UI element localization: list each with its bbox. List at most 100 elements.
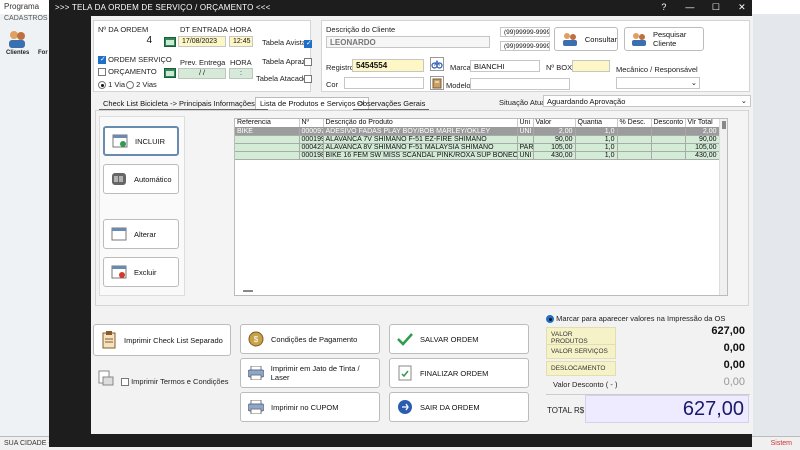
- close-button[interactable]: ✕: [736, 2, 748, 13]
- consult-button[interactable]: Consultar: [554, 27, 618, 51]
- print-inkjet-label: Imprimir em Jato de Tinta / Laser: [270, 364, 360, 382]
- suppliers-label: For: [38, 50, 48, 56]
- phone1-field[interactable]: (99)99999-9999: [500, 27, 550, 37]
- calendar-icon-2[interactable]: [164, 67, 176, 78]
- table-cell: [617, 135, 652, 144]
- via2-radio[interactable]: [126, 81, 134, 90]
- col-descricao[interactable]: Descrição do Produto: [323, 119, 518, 128]
- search-client-button[interactable]: Pesquisar Cliente: [624, 27, 704, 51]
- print-checklist-label: Imprimir Check List Separado: [124, 335, 223, 345]
- excluir-button[interactable]: Excluir: [103, 257, 179, 287]
- table-cell: [235, 151, 300, 160]
- table-cell: 2,00: [685, 127, 720, 136]
- maximize-button[interactable]: ☐: [710, 2, 722, 13]
- situacao-select[interactable]: Aguardando Aprovação ⌄: [543, 95, 751, 107]
- automatico-label: Automático: [134, 174, 172, 184]
- clients-icon[interactable]: [6, 28, 28, 50]
- via2-option[interactable]: 2 Vias: [126, 80, 157, 90]
- minimize-button[interactable]: —: [684, 2, 696, 13]
- forecast-time-field[interactable]: :: [229, 68, 253, 79]
- payment-conditions-button[interactable]: $ Condições de Pagamento: [240, 324, 380, 354]
- scrollbar-thumb[interactable]: [722, 121, 726, 129]
- service-order-checkbox[interactable]: [98, 55, 106, 65]
- mark-values-radio[interactable]: [546, 315, 554, 324]
- service-order-option[interactable]: ORDEM SERVIÇO: [98, 55, 172, 65]
- nbox-field[interactable]: [572, 60, 610, 72]
- forecast-date-field[interactable]: / /: [178, 68, 226, 79]
- window-body: Nº DA ORDEM 4 DT ENTRADA 17/08/2023 HORA…: [91, 16, 753, 434]
- table-header-row: Referencia Nº Descrição do Produto Uni V…: [235, 119, 720, 128]
- via1-radio[interactable]: [98, 81, 106, 90]
- phone2-field[interactable]: (99)99999-9999: [500, 41, 550, 51]
- table-cell: [651, 143, 686, 152]
- terms-printer-icon: [97, 369, 117, 389]
- budget-option[interactable]: ORÇAMENTO: [98, 67, 157, 77]
- client-panel: Descrição do Cliente LEONARDO (99)99999-…: [321, 20, 750, 92]
- tab-observacoes[interactable]: Observações Gerais: [353, 98, 430, 110]
- hscroll-indicator[interactable]: [243, 290, 253, 292]
- table-row[interactable]: 000423 ALAVANCA 8V SHIMANO F-51 MALAYSIA…: [235, 143, 720, 152]
- print-terms-checkbox[interactable]: [121, 378, 129, 387]
- order-window: >>> TELA DA ORDEM DE SERVIÇO / ORÇAMENTO…: [49, 0, 753, 447]
- exit-order-label: SAIR DA ORDEM: [420, 402, 480, 412]
- save-order-button[interactable]: SALVAR ORDEM: [389, 324, 529, 354]
- via1-option[interactable]: 1 Via: [98, 80, 125, 90]
- delete-icon: [110, 264, 128, 280]
- client-name-field[interactable]: LEONARDO: [326, 36, 490, 48]
- deslocamento-value: 0,00: [723, 359, 745, 371]
- marca-field[interactable]: BIANCHI: [470, 60, 540, 72]
- col-desconto[interactable]: Desconto: [651, 119, 686, 128]
- products-table: Referencia Nº Descrição do Produto Uni V…: [234, 118, 728, 296]
- col-referencia[interactable]: Referencia: [235, 119, 300, 128]
- finish-order-button[interactable]: FINALIZAR ORDEM: [389, 358, 529, 388]
- col-quantia[interactable]: Quantia: [575, 119, 618, 128]
- cor-label: Cor: [326, 80, 339, 89]
- table-cell: [651, 135, 686, 144]
- mecanico-select[interactable]: ⌄: [616, 77, 700, 89]
- table-row[interactable]: 000199 ALAVANCA 7V SHIMANO F-51 EZ-FIRE …: [235, 135, 720, 144]
- col-unidade[interactable]: Uni: [517, 119, 534, 128]
- col-numero[interactable]: Nº: [299, 119, 324, 128]
- automatico-button[interactable]: Automático: [103, 164, 179, 194]
- tab-checklist[interactable]: Check List Bicicleta ->: [99, 98, 181, 110]
- col-valor-total[interactable]: Vlr Total: [685, 119, 720, 128]
- book-icon[interactable]: [430, 76, 444, 90]
- exit-order-button[interactable]: SAIR DA ORDEM: [389, 392, 529, 422]
- desconto-value: 0,00: [723, 376, 745, 388]
- registro-field[interactable]: 5454554: [352, 59, 424, 72]
- time-field[interactable]: 12:45: [229, 36, 253, 47]
- budget-checkbox[interactable]: [98, 68, 106, 77]
- col-percent-desc[interactable]: % Desc.: [617, 119, 652, 128]
- table-atacado-checkbox[interactable]: [304, 75, 312, 83]
- incluir-button[interactable]: INCLUIR: [103, 126, 179, 156]
- table-atacado-label: Tabela Atacado: [256, 74, 308, 83]
- table-cell: BIKE 16 FEM SW MISS SCANDAL PINK/ROXA SU…: [323, 151, 518, 160]
- document-check-icon: [396, 365, 414, 381]
- payment-conditions-label: Condições de Pagamento: [271, 334, 358, 344]
- cor-field[interactable]: [344, 77, 424, 89]
- status-city: SUA CIDADE -: [4, 440, 51, 447]
- calendar-icon[interactable]: [164, 36, 176, 47]
- table-aprazo-checkbox[interactable]: [304, 58, 312, 66]
- table-cell: 000198: [299, 151, 324, 160]
- print-terms-option[interactable]: Imprimir Termos e Condições: [121, 377, 228, 387]
- bike-icon[interactable]: [430, 57, 444, 71]
- table-row[interactable]: 000198 BIKE 16 FEM SW MISS SCANDAL PINK/…: [235, 151, 720, 160]
- alterar-button[interactable]: Alterar: [103, 219, 179, 249]
- table-avista-checkbox[interactable]: [304, 39, 312, 48]
- mark-values-option[interactable]: Marcar para aparecer valores na Impressã…: [546, 314, 725, 324]
- nbox-label: Nº BOX: [546, 63, 573, 72]
- print-inkjet-button[interactable]: Imprimir em Jato de Tinta / Laser: [240, 358, 380, 388]
- help-button[interactable]: ?: [658, 2, 670, 13]
- table-cell: 1,0: [575, 135, 618, 144]
- table-cell: [235, 135, 300, 144]
- table-scrollbar[interactable]: [719, 119, 727, 295]
- modelo-field[interactable]: [470, 78, 570, 90]
- print-checklist-button[interactable]: Imprimir Check List Separado: [93, 324, 231, 356]
- date-field[interactable]: 17/08/2023: [178, 36, 226, 47]
- col-valor[interactable]: Valor: [533, 119, 576, 128]
- tab-principais[interactable]: Principais Informações ->: [175, 98, 268, 110]
- table-cell: 1,0: [575, 151, 618, 160]
- table-row[interactable]: BIKE 000097 ADESIVO FADAS PLAY BOY/BOB M…: [235, 127, 720, 136]
- print-cupom-button[interactable]: Imprimir no CUPOM: [240, 392, 380, 422]
